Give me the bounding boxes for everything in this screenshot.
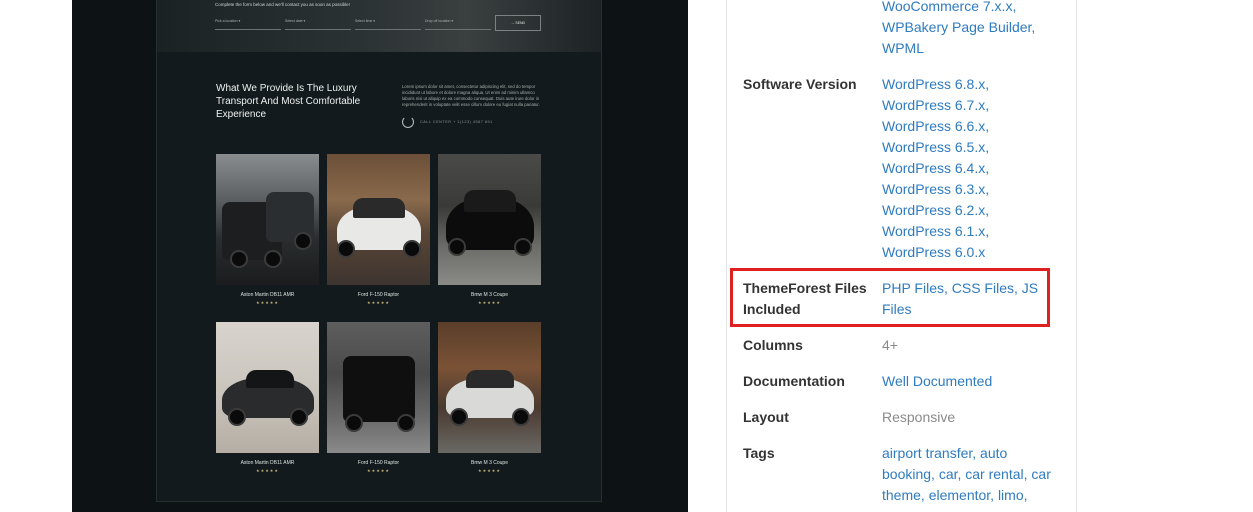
item-details-table: WooCommerce 7.x.x, WPBakery Page Builder… [726, 0, 1077, 512]
version-link[interactable]: WordPress 6.8.x, [882, 74, 1062, 95]
preview-car-card: Aston Martin DB11 AMR ★★★★★ [216, 322, 319, 473]
preview-section-paragraph: Lorem ipsum dolor sit amet, consectetur … [402, 84, 540, 107]
preview-send-button: → SEND [495, 15, 541, 31]
car-photo [216, 154, 319, 285]
preview-car-card: Bmw M 3 Coupe ★★★★★ [438, 154, 541, 305]
tags-line[interactable]: airport transfer, auto [882, 443, 1062, 464]
tags-values[interactable]: airport transfer, auto booking, car, car… [882, 443, 1062, 506]
car-rating-stars: ★★★★★ [478, 300, 501, 305]
version-link[interactable]: WordPress 6.3.x, [882, 179, 1062, 200]
version-link[interactable]: WordPress 6.2.x, [882, 200, 1062, 221]
documentation-row: Documentation Well Documented [743, 371, 1063, 392]
version-link[interactable]: WordPress 6.7.x, [882, 95, 1062, 116]
preview-car-card: Ford F-150 Raptor ★★★★★ [327, 322, 430, 473]
compat-link-wpml[interactable]: WPML [882, 38, 1062, 59]
car-name: Ford F-150 Raptor [357, 292, 400, 298]
car-name: Aston Martin DB11 AMR [240, 292, 295, 298]
preview-hero-banner: Complete the form below and we'll contac… [157, 0, 601, 52]
compatible-with-row: WooCommerce 7.x.x, WPBakery Page Builder… [743, 0, 1063, 59]
compat-link-woocommerce[interactable]: WooCommerce 7.x.x, [882, 0, 1062, 17]
headset-icon [402, 116, 414, 128]
preview-hero-text: Complete the form below and we'll contac… [215, 2, 350, 7]
layout-row: Layout Responsive [743, 407, 1063, 428]
version-link[interactable]: WordPress 6.6.x, [882, 116, 1062, 137]
preview-call-center: CALL CENTER + 1(123) 4567 891 [402, 116, 493, 128]
compatible-with-values: WooCommerce 7.x.x, WPBakery Page Builder… [882, 0, 1062, 59]
theme-preview-screenshot: Complete the form below and we'll contac… [156, 0, 602, 502]
car-rating-stars: ★★★★★ [367, 468, 390, 473]
car-rating-stars: ★★★★★ [256, 468, 279, 473]
software-version-label: Software Version [743, 76, 857, 92]
version-link[interactable]: WordPress 6.1.x, [882, 221, 1062, 242]
car-photo [438, 322, 541, 453]
documentation-link[interactable]: Well Documented [882, 371, 1062, 392]
documentation-label: Documentation [743, 373, 845, 389]
preview-car-card: Ford F-150 Raptor ★★★★★ [327, 154, 430, 305]
car-photo [438, 154, 541, 285]
columns-value: 4+ [882, 337, 898, 353]
car-name: Ford F-150 Raptor [357, 460, 400, 466]
car-rating-stars: ★★★★★ [478, 468, 501, 473]
car-name: Aston Martin DB11 AMR [240, 460, 295, 466]
software-version-row: Software Version WordPress 6.8.x, WordPr… [743, 74, 1063, 263]
tags-label: Tags [743, 445, 775, 461]
tags-line[interactable]: theme, elementor, limo, [882, 485, 1062, 506]
version-link[interactable]: WordPress 6.0.x [882, 242, 1062, 263]
software-version-values: WordPress 6.8.x, WordPress 6.7.x, WordPr… [882, 74, 1062, 263]
layout-label: Layout [743, 409, 789, 425]
car-rating-stars: ★★★★★ [256, 300, 279, 305]
tags-row: Tags airport transfer, auto booking, car… [743, 443, 1063, 512]
columns-label: Columns [743, 337, 803, 353]
version-link[interactable]: WordPress 6.5.x, [882, 137, 1062, 158]
theme-preview-panel: Complete the form below and we'll contac… [72, 0, 688, 512]
columns-row: Columns 4+ [743, 335, 1063, 356]
preview-time-field: Select time ▾ [355, 14, 421, 30]
tags-line[interactable]: booking, car, car rental, car [882, 464, 1062, 485]
preview-pickup-field: Pick a location ▾ [215, 14, 281, 30]
car-name: Bmw M 3 Coupe [471, 292, 508, 298]
car-photo [216, 322, 319, 453]
car-name: Bmw M 3 Coupe [471, 460, 508, 466]
preview-car-card: Aston Martin DB11 AMR ★★★★★ [216, 154, 319, 305]
car-rating-stars: ★★★★★ [367, 300, 390, 305]
preview-car-card: Bmw M 3 Coupe ★★★★★ [438, 322, 541, 473]
preview-date-field: Select date ▾ [285, 14, 351, 30]
car-photo [327, 154, 430, 285]
layout-value: Responsive [882, 409, 956, 425]
compat-link-wpbakery[interactable]: WPBakery Page Builder, [882, 17, 1062, 38]
preview-call-text: CALL CENTER + 1(123) 4567 891 [420, 120, 493, 124]
preview-dropoff-field: Drop off location ▾ [425, 14, 491, 30]
highlight-annotation-box [730, 268, 1050, 327]
preview-section-heading: What We Provide Is The Luxury Transport … [216, 83, 361, 120]
car-photo [327, 322, 430, 453]
version-link[interactable]: WordPress 6.4.x, [882, 158, 1062, 179]
